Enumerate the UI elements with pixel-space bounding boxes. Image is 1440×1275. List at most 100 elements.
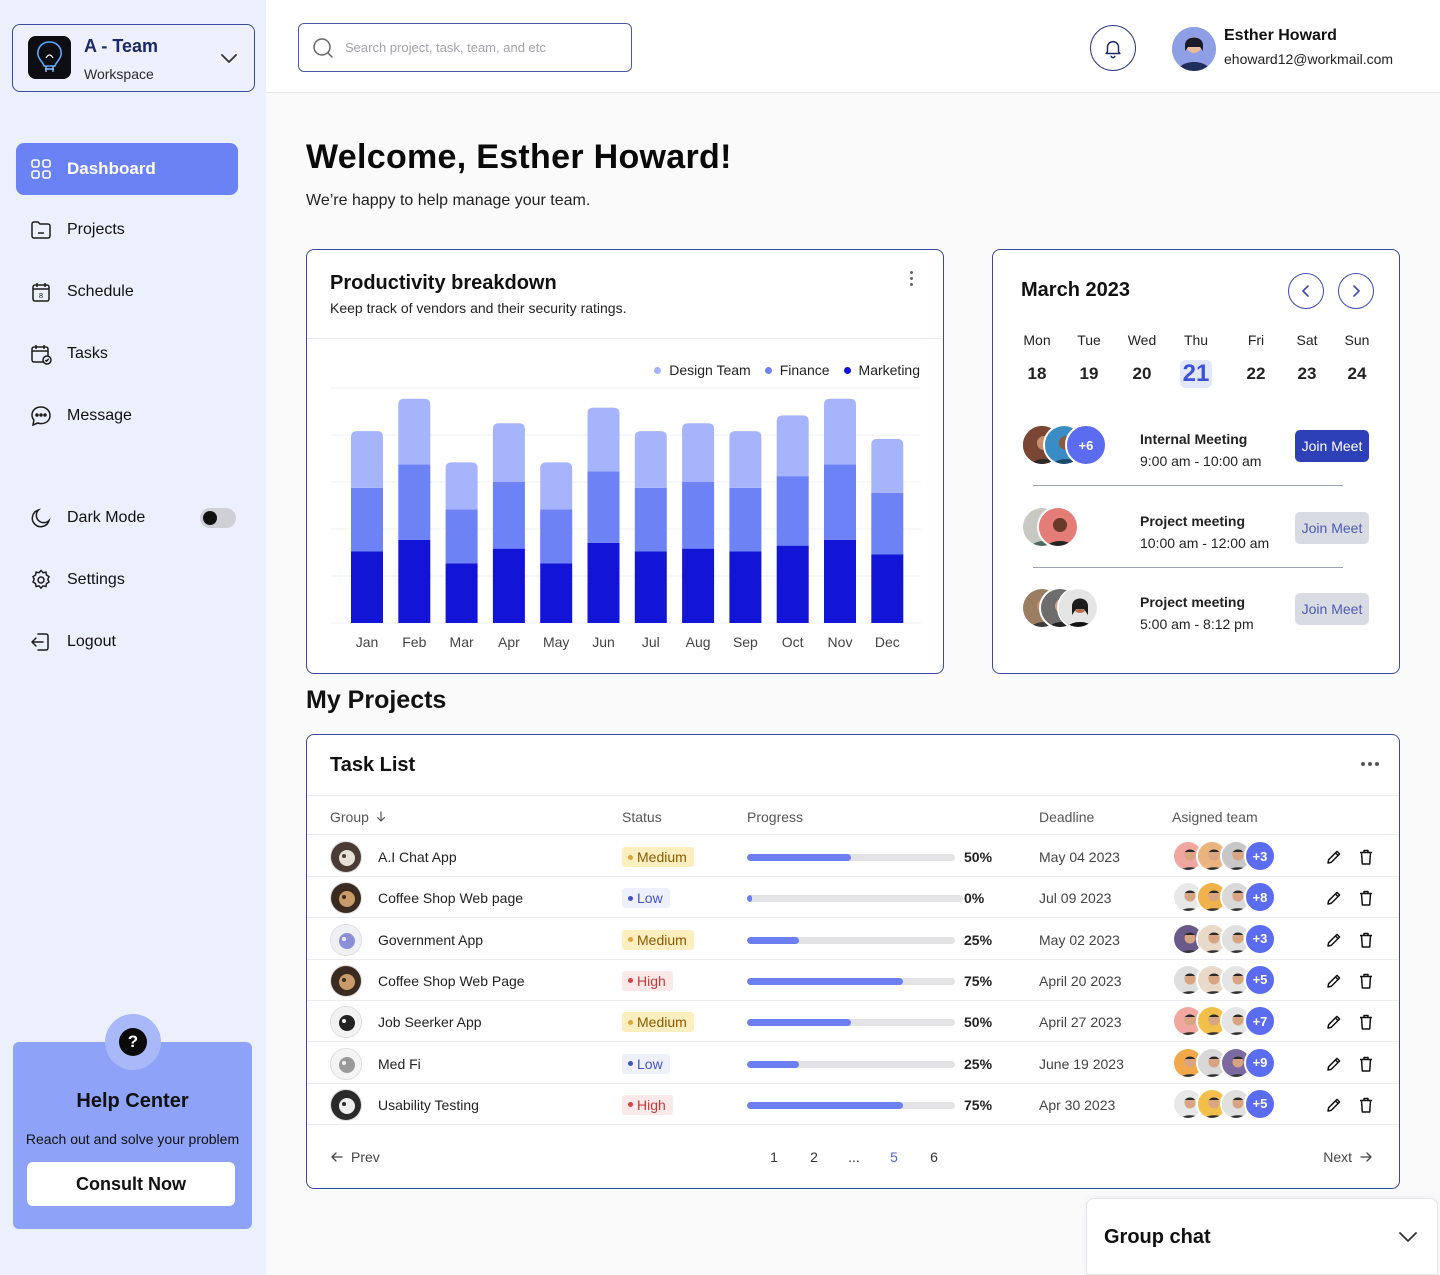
- column-group[interactable]: Group: [330, 809, 387, 825]
- bar-marketing-apr[interactable]: [492, 548, 525, 623]
- bar-finance-mar[interactable]: [445, 509, 478, 564]
- trash-icon[interactable]: [1357, 1055, 1375, 1073]
- bar-marketing-oct[interactable]: [776, 545, 809, 623]
- day-cell[interactable]: Sat 23: [1285, 332, 1329, 388]
- nav-projects[interactable]: Projects: [16, 204, 238, 256]
- bar-design-team-nov[interactable]: [824, 398, 856, 465]
- bar-design-team-feb[interactable]: [398, 398, 431, 465]
- project-name[interactable]: Coffee Shop Web page: [378, 890, 523, 906]
- pencil-icon[interactable]: [1325, 931, 1343, 949]
- team-more-count[interactable]: +3: [1244, 840, 1276, 872]
- search-box[interactable]: [298, 23, 632, 72]
- table-row[interactable]: Coffee Shop Web page Low 0% Jul 09 2023 +8: [307, 877, 1399, 919]
- table-row[interactable]: Coffee Shop Web Page High 75% April 20 2023…: [307, 960, 1399, 1001]
- project-name[interactable]: A.I Chat App: [378, 849, 457, 865]
- page-1[interactable]: 1: [762, 1149, 786, 1165]
- nav-dashboard[interactable]: Dashboard: [16, 143, 238, 195]
- bar-design-team-jun[interactable]: [587, 407, 620, 472]
- bar-marketing-aug[interactable]: [682, 548, 715, 623]
- bar-finance-apr[interactable]: [492, 482, 525, 549]
- bar-marketing-may[interactable]: [540, 563, 573, 623]
- day-cell[interactable]: Sun 24: [1335, 332, 1379, 388]
- dark-mode-toggle[interactable]: [200, 508, 236, 528]
- bar-marketing-nov[interactable]: [824, 539, 856, 623]
- bar-marketing-sep[interactable]: [729, 551, 762, 623]
- next-page-button[interactable]: Next: [1323, 1149, 1373, 1165]
- bar-finance-sep[interactable]: [729, 487, 762, 552]
- project-name[interactable]: Job Seerker App: [378, 1014, 482, 1030]
- nav-settings[interactable]: Settings: [16, 554, 238, 606]
- day-cell-today[interactable]: Thu 21: [1174, 332, 1218, 388]
- user-avatar[interactable]: [1172, 27, 1216, 71]
- bar-marketing-jun[interactable]: [587, 542, 620, 623]
- project-name[interactable]: Government App: [378, 932, 483, 948]
- group-chat-panel[interactable]: Group chat: [1086, 1198, 1438, 1275]
- calendar-next-button[interactable]: [1338, 273, 1374, 309]
- bar-design-team-apr[interactable]: [492, 423, 525, 482]
- table-row[interactable]: A.I Chat App Medium 50% May 04 2023 +3: [307, 836, 1399, 877]
- trash-icon[interactable]: [1357, 972, 1375, 990]
- project-name[interactable]: Usability Testing: [378, 1097, 479, 1113]
- nav-message[interactable]: Message: [16, 390, 238, 442]
- team-more-count[interactable]: +5: [1244, 963, 1276, 996]
- join-meet-button[interactable]: Join Meet: [1295, 593, 1369, 625]
- bar-design-team-sep[interactable]: [729, 431, 762, 488]
- page-5-current[interactable]: 5: [882, 1149, 906, 1165]
- bar-marketing-dec[interactable]: [871, 554, 904, 623]
- bar-marketing-mar[interactable]: [445, 563, 478, 623]
- chevron-down-icon[interactable]: [1397, 1226, 1419, 1248]
- bar-finance-may[interactable]: [540, 509, 573, 564]
- bar-marketing-feb[interactable]: [398, 539, 431, 623]
- project-name[interactable]: Med Fi: [378, 1056, 421, 1072]
- bar-marketing-jul[interactable]: [634, 551, 667, 623]
- bar-finance-nov[interactable]: [824, 464, 856, 540]
- day-cell[interactable]: Tue 19: [1067, 332, 1111, 388]
- pencil-icon[interactable]: [1325, 1013, 1343, 1031]
- more-horizontal-icon[interactable]: [1361, 762, 1379, 766]
- day-cell[interactable]: Mon 18: [1015, 332, 1059, 388]
- table-row[interactable]: Med Fi Low 25% June 19 2023 +9: [307, 1043, 1399, 1084]
- team-more-count[interactable]: +3: [1244, 922, 1276, 955]
- more-vertical-icon[interactable]: [910, 271, 913, 286]
- bar-design-team-oct[interactable]: [776, 415, 809, 477]
- nav-logout[interactable]: Logout: [16, 616, 238, 668]
- pencil-icon[interactable]: [1325, 1055, 1343, 1073]
- table-row[interactable]: Usability Testing High 75% Apr 30 2023 +5: [307, 1084, 1399, 1125]
- team-more-count[interactable]: +5: [1244, 1087, 1276, 1120]
- bar-design-team-may[interactable]: [540, 462, 573, 510]
- trash-icon[interactable]: [1357, 1096, 1375, 1114]
- bar-finance-jan[interactable]: [351, 487, 383, 552]
- trash-icon[interactable]: [1357, 1013, 1375, 1031]
- nav-tasks[interactable]: Tasks: [16, 328, 238, 380]
- prev-page-button[interactable]: Prev: [330, 1149, 380, 1165]
- pencil-icon[interactable]: [1325, 889, 1343, 907]
- calendar-prev-button[interactable]: [1288, 273, 1324, 309]
- bar-finance-jul[interactable]: [634, 487, 667, 552]
- join-meet-button[interactable]: Join Meet: [1295, 512, 1369, 544]
- pencil-icon[interactable]: [1325, 972, 1343, 990]
- bar-marketing-jan[interactable]: [351, 551, 383, 623]
- bar-design-team-jan[interactable]: [351, 431, 383, 488]
- bar-design-team-dec[interactable]: [871, 438, 904, 493]
- meeting-more-count[interactable]: +6: [1065, 424, 1107, 466]
- table-row[interactable]: Government App Medium 25% May 02 2023 +3: [307, 919, 1399, 960]
- day-cell[interactable]: Wed 20: [1120, 332, 1164, 388]
- pencil-icon[interactable]: [1325, 1096, 1343, 1114]
- workspace-switcher[interactable]: A - Team Workspace: [12, 24, 255, 92]
- day-cell[interactable]: Fri 22: [1234, 332, 1278, 388]
- team-more-count[interactable]: +8: [1244, 881, 1276, 914]
- nav-schedule[interactable]: 8 Schedule: [16, 266, 238, 318]
- trash-icon[interactable]: [1357, 889, 1375, 907]
- bar-finance-dec[interactable]: [871, 492, 904, 555]
- team-more-count[interactable]: +9: [1244, 1046, 1276, 1079]
- bar-design-team-aug[interactable]: [682, 423, 715, 482]
- bar-finance-feb[interactable]: [398, 464, 431, 540]
- trash-icon[interactable]: [1357, 848, 1375, 866]
- pencil-icon[interactable]: [1325, 848, 1343, 866]
- bar-finance-aug[interactable]: [682, 482, 715, 549]
- search-input[interactable]: [345, 24, 615, 70]
- bar-finance-oct[interactable]: [776, 476, 809, 546]
- bar-finance-jun[interactable]: [587, 471, 620, 543]
- page-2[interactable]: 2: [802, 1149, 826, 1165]
- table-row[interactable]: Job Seerker App Medium 50% April 27 2023 +7: [307, 1001, 1399, 1043]
